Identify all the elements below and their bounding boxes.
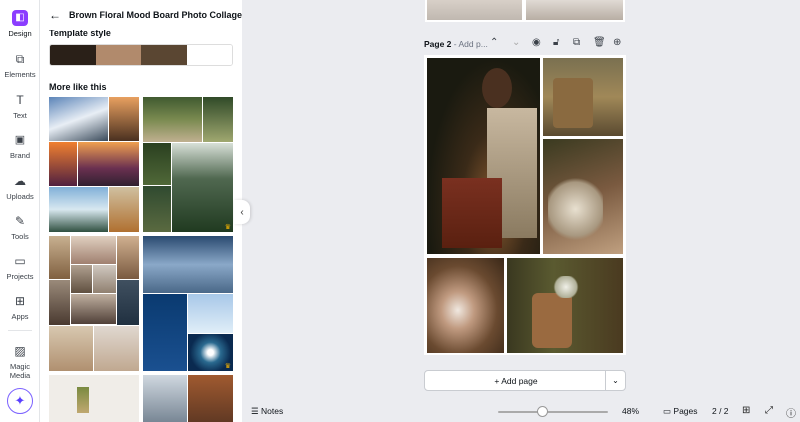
magic-assistant-button[interactable]: ✦ (7, 388, 33, 414)
page-photo (427, 0, 522, 20)
notes-icon: ☰ (251, 406, 261, 416)
eye-icon[interactable]: ◉ (532, 37, 541, 48)
swatch-dark-brown[interactable] (50, 45, 96, 65)
page-photo (526, 0, 623, 20)
rail-item-label: Apps (11, 312, 29, 321)
zoom-slider-handle[interactable] (537, 406, 548, 417)
template-thumbnail[interactable] (49, 236, 139, 371)
chevron-left-icon: ‹ (240, 206, 244, 218)
notes-label: Notes (260, 406, 284, 416)
premium-crown-icon: ♛ (224, 224, 231, 231)
template-thumbnail[interactable] (49, 375, 139, 422)
rail-item-label: Brand (9, 151, 30, 160)
rail-item-projects[interactable]: ▭ Projects (0, 253, 40, 281)
rail-item-elements[interactable]: ⧉ Elements (0, 51, 40, 79)
swatch-brown[interactable] (141, 45, 187, 65)
sparkle-icon: ✦ (14, 393, 26, 408)
chevron-down-icon[interactable]: ⌄ (605, 371, 625, 390)
page-number-label: Page 2 (424, 39, 452, 49)
page-count: 2 / 2 (712, 406, 729, 416)
lock-icon[interactable]: 🔓︎ (553, 37, 559, 48)
fullscreen-icon[interactable]: ⤢ (765, 405, 773, 416)
page-toolbar: Page 2 - Add p... ⌃ ⌄ ◉ 🔓︎ ⧉ 🗑︎ ⊕ (424, 36, 628, 52)
swatch-tan[interactable] (95, 45, 141, 65)
trash-icon[interactable]: 🗑︎ (593, 37, 606, 48)
tools-icon: ✎ (14, 214, 26, 228)
add-page-button[interactable]: + Add page ⌄ (424, 370, 626, 391)
back-arrow-icon[interactable]: ← (49, 8, 61, 22)
bottom-bar: ☰ Notes 48% ▭ Pages 2 / 2 ⊞ ⤢ ⓘ (242, 402, 800, 422)
rail-item-brand[interactable]: ▣ Brand (0, 132, 40, 160)
more-like-this-heading: More like this (49, 82, 107, 92)
left-rail: ◧ Design ⧉ Elements T Text ▣ Brand ☁ Upl… (0, 0, 40, 422)
template-style-swatches[interactable] (49, 44, 233, 66)
uploads-icon: ☁ (14, 174, 26, 188)
rail-item-design[interactable]: ◧ Design (0, 10, 40, 38)
rail-item-uploads[interactable]: ☁ Uploads (0, 173, 40, 201)
collage-photo-flowers-scarf[interactable] (543, 139, 623, 254)
collage-photo-blossoms[interactable] (427, 258, 504, 353)
rail-item-label: Magic Media (9, 362, 31, 380)
rail-item-text[interactable]: T Text (0, 92, 40, 120)
brand-icon: ▣ (14, 134, 26, 146)
apps-icon: ⊞ (14, 294, 26, 308)
chevron-down-icon[interactable]: ⌄ (512, 37, 520, 48)
pages-label: Pages (673, 406, 698, 416)
design-page[interactable] (424, 55, 626, 355)
panel-header: ← Brown Floral Mood Board Photo Collage (40, 0, 242, 30)
text-icon: T (16, 93, 24, 107)
rail-item-label: Elements (4, 70, 36, 79)
collapse-panel-button[interactable]: ‹ (234, 200, 250, 224)
page-label-group: Page 2 - Add p... (424, 39, 488, 49)
rail-item-magic-media[interactable]: ▨ Magic Media (0, 343, 40, 380)
page-title-input[interactable]: - Add p... (454, 39, 488, 49)
template-thumbnail[interactable] (143, 375, 233, 422)
chevron-up-icon[interactable]: ⌃ (490, 37, 498, 48)
elements-icon: ⧉ (15, 52, 25, 66)
rail-item-apps[interactable]: ⊞ Apps (0, 293, 40, 321)
previous-page[interactable] (425, 0, 625, 22)
collage-photo-woman-book[interactable] (427, 58, 540, 254)
template-thumbnail[interactable]: ♛ (143, 97, 233, 232)
panel-title: Brown Floral Mood Board Photo Collage (69, 10, 242, 20)
swatch-white[interactable] (186, 45, 232, 65)
template-thumbnail[interactable] (49, 97, 139, 232)
template-thumbnail[interactable]: ♛ (143, 236, 233, 371)
template-panel: ← Brown Floral Mood Board Photo Collage … (40, 0, 242, 422)
rail-item-label: Text (13, 111, 27, 120)
grid-view-icon[interactable]: ⊞ (742, 405, 750, 416)
premium-crown-icon: ♛ (224, 363, 231, 370)
collage-photo-basket[interactable] (543, 58, 623, 136)
collage-photo-flower-basket[interactable] (507, 258, 623, 353)
magic-media-icon: ▨ (14, 344, 26, 358)
rail-item-label: Projects (6, 272, 34, 281)
add-page-icon[interactable]: ⊕ (613, 37, 621, 48)
rail-item-label: Tools (11, 232, 29, 241)
zoom-level[interactable]: 48% (622, 406, 639, 416)
add-page-label: + Add page (494, 376, 538, 386)
rail-item-tools[interactable]: ✎ Tools (0, 213, 40, 241)
projects-icon: ▭ (14, 254, 26, 268)
rail-item-label: Design (8, 29, 32, 38)
pages-button[interactable]: ▭ Pages (663, 406, 698, 417)
help-icon[interactable]: ⓘ (786, 405, 796, 420)
rail-divider (8, 330, 32, 331)
rail-item-label: Uploads (6, 192, 34, 201)
duplicate-icon[interactable]: ⧉ (573, 37, 580, 48)
notes-button[interactable]: ☰ Notes (251, 406, 283, 417)
zoom-slider-track[interactable] (498, 411, 608, 413)
design-icon: ◧ (12, 10, 28, 26)
pages-icon: ▭ (663, 406, 674, 416)
